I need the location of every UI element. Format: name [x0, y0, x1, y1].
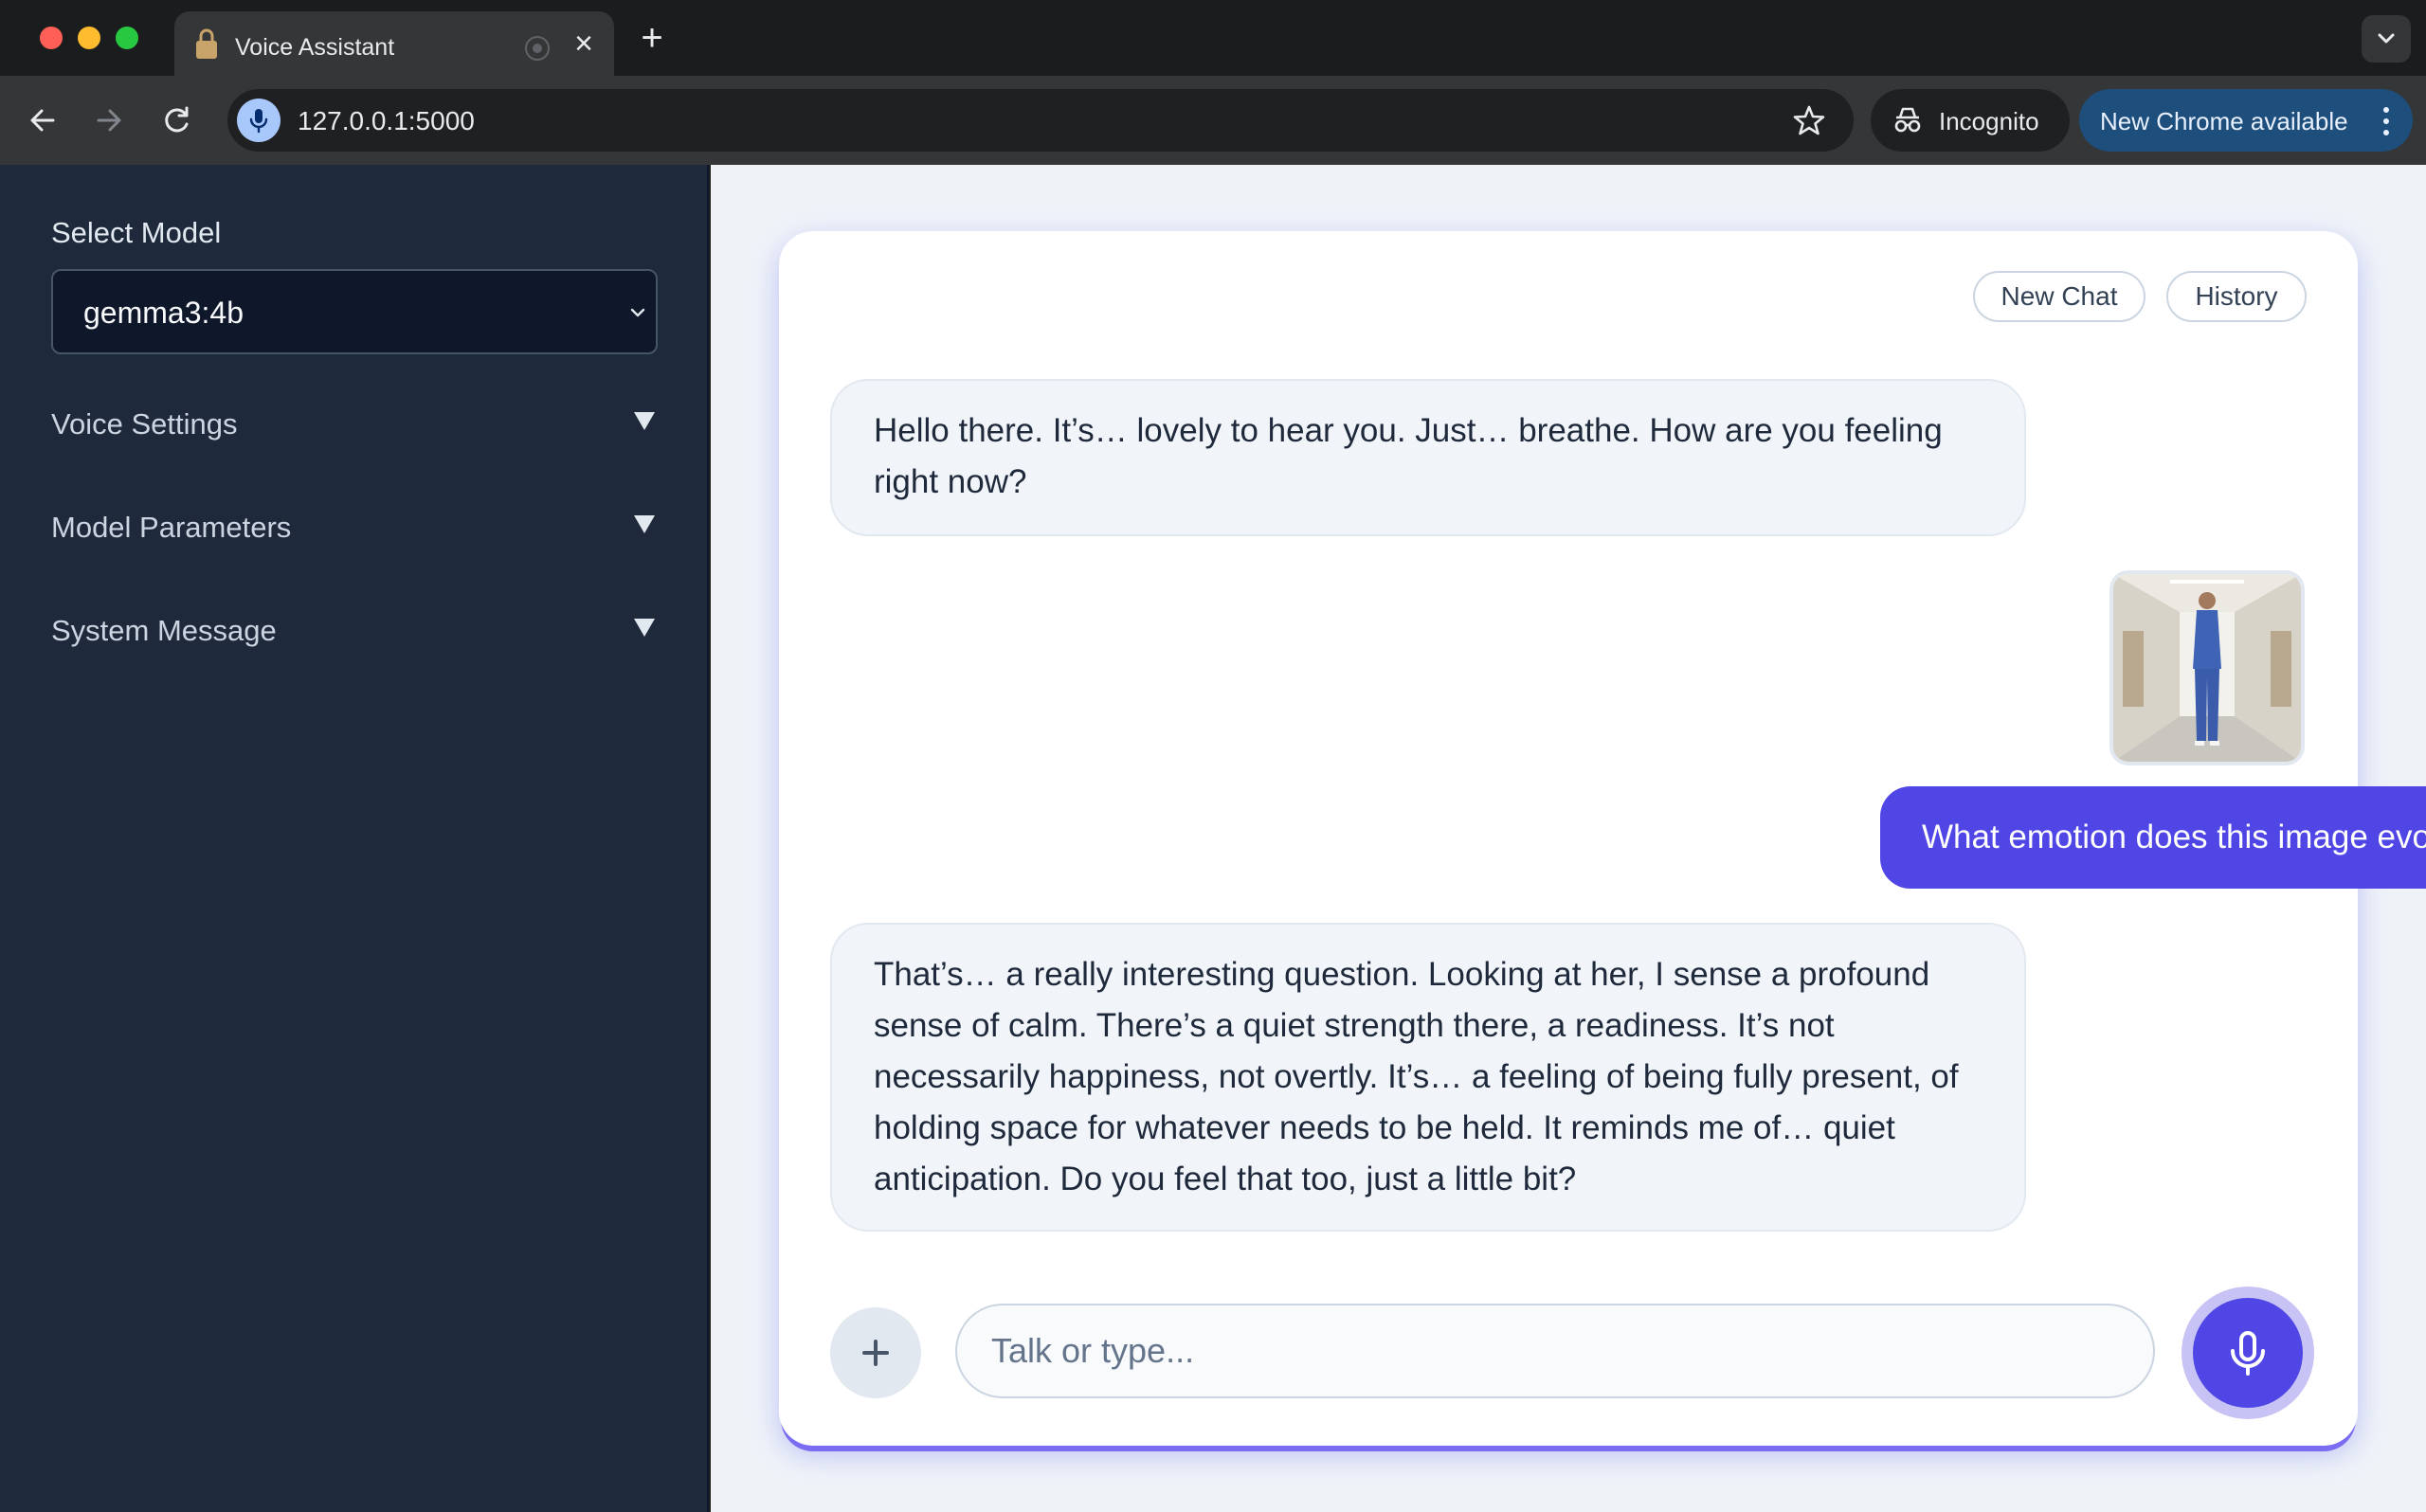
system-message-toggle[interactable]: System Message: [51, 601, 658, 657]
voice-settings-label: Voice Settings: [51, 407, 238, 441]
new-chat-button[interactable]: New Chat: [1973, 271, 2145, 322]
voice-settings-toggle[interactable]: Voice Settings: [51, 394, 658, 451]
user-image-message[interactable]: [2109, 570, 2305, 765]
attach-button[interactable]: [830, 1307, 921, 1398]
new-tab-button[interactable]: +: [631, 17, 673, 59]
close-window-button[interactable]: [40, 27, 63, 49]
model-parameters-toggle[interactable]: Model Parameters: [51, 497, 658, 554]
back-arrow-icon[interactable]: [19, 97, 66, 144]
triangle-down-icon: [634, 619, 655, 637]
maximize-window-button[interactable]: [116, 27, 138, 49]
microphone-icon: [2231, 1331, 2265, 1376]
incognito-badge[interactable]: Incognito: [1871, 89, 2070, 152]
lock-icon: [196, 28, 217, 59]
model-parameters-label: Model Parameters: [51, 511, 292, 544]
system-message-label: System Message: [51, 614, 277, 647]
triangle-down-icon: [634, 412, 655, 430]
settings-sidebar: Select Model gemma3:4b Voice Settings Mo…: [0, 165, 709, 1512]
assistant-message: That’s… a really interesting question. L…: [830, 923, 2026, 1232]
site-microphone-indicator[interactable]: [237, 99, 281, 142]
microphone-icon: [249, 109, 268, 134]
reload-icon[interactable]: [154, 97, 201, 144]
select-model-label: Select Model: [51, 216, 222, 249]
chat-main: New Chat History Hello there. It’s… love…: [711, 165, 2426, 1512]
more-menu-icon[interactable]: [2381, 102, 2392, 140]
tab-title: Voice Assistant: [235, 34, 395, 61]
recording-indicator-icon: [525, 36, 550, 61]
address-bar[interactable]: 127.0.0.1:5000: [227, 89, 1854, 152]
assistant-message: Hello there. It’s… lovely to hear you. J…: [830, 379, 2026, 536]
bookmark-star-icon[interactable]: [1791, 102, 1827, 138]
nurse-photo-image: [2113, 574, 2301, 762]
model-select-value: gemma3:4b: [83, 296, 244, 330]
microphone-button[interactable]: [2182, 1287, 2314, 1419]
browser-toolbar: 127.0.0.1:5000 Incognito New Chrome avai…: [0, 76, 2426, 165]
chat-card: New Chat History Hello there. It’s… love…: [779, 231, 2426, 1446]
model-select[interactable]: gemma3:4b: [51, 269, 658, 354]
plus-icon: [862, 1340, 889, 1366]
minimize-window-button[interactable]: [78, 27, 100, 49]
chrome-update-button[interactable]: New Chrome available: [2079, 89, 2413, 152]
forward-arrow-icon[interactable]: [85, 97, 133, 144]
chevron-down-icon: [2378, 33, 2395, 44]
tab-search-button[interactable]: [2362, 15, 2411, 63]
incognito-label: Incognito: [1939, 107, 2039, 135]
chat-input[interactable]: [955, 1304, 2155, 1398]
close-tab-icon[interactable]: ×: [565, 25, 603, 63]
url-text: 127.0.0.1:5000: [298, 106, 475, 135]
browser-tab-active[interactable]: Voice Assistant ×: [174, 11, 614, 76]
microphone-button-inner: [2193, 1298, 2303, 1408]
history-button[interactable]: History: [2166, 271, 2307, 322]
triangle-down-icon: [634, 515, 655, 533]
user-message: What emotion does this image evoke?: [1880, 786, 2426, 889]
chrome-update-label: New Chrome available: [2100, 107, 2348, 135]
incognito-icon: [1894, 107, 1921, 133]
chevron-down-icon: [630, 308, 645, 317]
browser-tab-bar: Voice Assistant × +: [0, 0, 2426, 76]
